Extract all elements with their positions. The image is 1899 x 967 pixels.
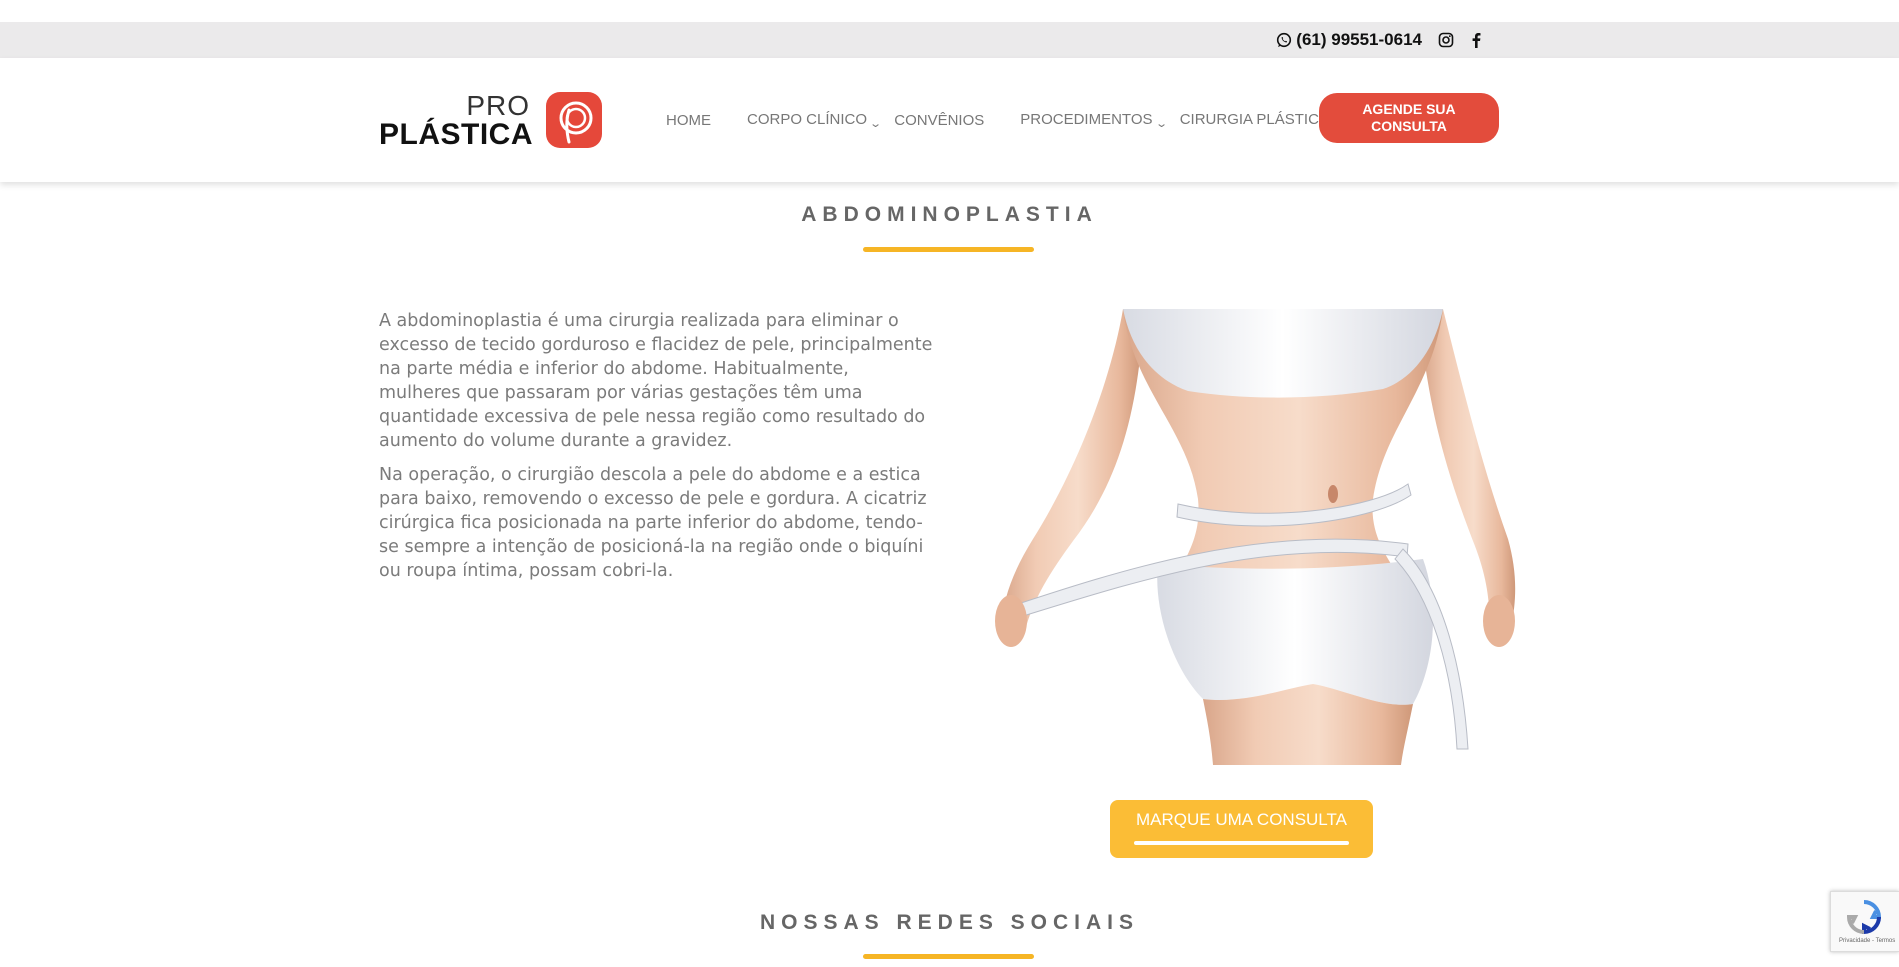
facebook-icon[interactable]	[1470, 32, 1482, 48]
page-title: ABDOMINOPLASTIA	[801, 203, 1098, 226]
site-logo[interactable]: PRO PLÁSTICA	[379, 90, 602, 151]
marque-consulta-button[interactable]: MARQUE UMA CONSULTA	[1110, 800, 1373, 858]
logo-text-pro: PRO	[466, 90, 530, 121]
site-header: PRO PLÁSTICA HOME CORPO CLÍNICO ⌄ CONVÊN…	[0, 58, 1899, 182]
top-contact-links: (61) 99551-0614	[1276, 22, 1482, 58]
nav-procedimentos-label: PROCEDIMENTOS	[1020, 110, 1153, 128]
nav-procedimentos[interactable]: PROCEDIMENTOS ⌄	[1020, 110, 1168, 130]
recaptcha-badge[interactable]: Privacidade - Termos	[1830, 891, 1899, 952]
title-underline	[863, 247, 1034, 252]
instagram-icon[interactable]	[1438, 32, 1454, 48]
procedure-description: A abdominoplastia é uma cirurgia realiza…	[379, 309, 934, 593]
nav-cirurgia-plastica-label: CIRURGIA PLÁSTICA	[1179, 110, 1329, 128]
button-underline	[1134, 841, 1349, 845]
nav-convenios-label: CONVÊNIOS	[894, 111, 985, 129]
top-contact-bar: (61) 99551-0614	[0, 22, 1899, 58]
phone-number: (61) 99551-0614	[1296, 30, 1422, 49]
marque-consulta-label: MARQUE UMA CONSULTA	[1136, 810, 1347, 829]
nav-corpo-clinico[interactable]: CORPO CLÍNICO ⌄	[747, 110, 883, 130]
nav-cirurgia-plastica[interactable]: CIRURGIA PLÁSTICA ⌄	[1179, 110, 1344, 130]
description-paragraph: Na operação, o cirurgião descola a pele …	[379, 465, 927, 581]
social-section-title: NOSSAS REDES SOCIAIS	[759, 911, 1140, 934]
recaptcha-links[interactable]: Privacidade - Termos	[1839, 938, 1895, 944]
chevron-down-icon: ⌄	[1154, 117, 1168, 130]
whatsapp-icon	[1277, 32, 1292, 48]
logo-mark-icon	[546, 92, 602, 148]
recaptcha-icon	[1846, 900, 1882, 935]
logo-text-plastica: PLÁSTICA	[379, 118, 533, 151]
nav-convenios[interactable]: CONVÊNIOS	[894, 112, 984, 129]
agende-consulta-label: AGENDE SUA CONSULTA	[1362, 101, 1455, 135]
nav-home-label: HOME	[666, 111, 711, 129]
whatsapp-phone-link[interactable]: (61) 99551-0614	[1276, 30, 1422, 50]
chevron-down-icon: ⌄	[869, 117, 883, 130]
nav-home[interactable]: HOME	[666, 112, 711, 129]
social-title-underline	[863, 954, 1034, 959]
agende-consulta-button[interactable]: AGENDE SUA CONSULTA	[1319, 93, 1499, 143]
main-nav: HOME CORPO CLÍNICO ⌄ CONVÊNIOS PROCEDIME…	[648, 58, 1344, 182]
agende-line-2: CONSULTA	[1371, 118, 1447, 134]
agende-line-1: AGENDE SUA	[1362, 101, 1456, 117]
nav-corpo-clinico-label: CORPO CLÍNICO	[747, 110, 868, 128]
procedure-photo	[963, 309, 1517, 765]
description-paragraph: A abdominoplastia é uma cirurgia realiza…	[379, 311, 933, 451]
